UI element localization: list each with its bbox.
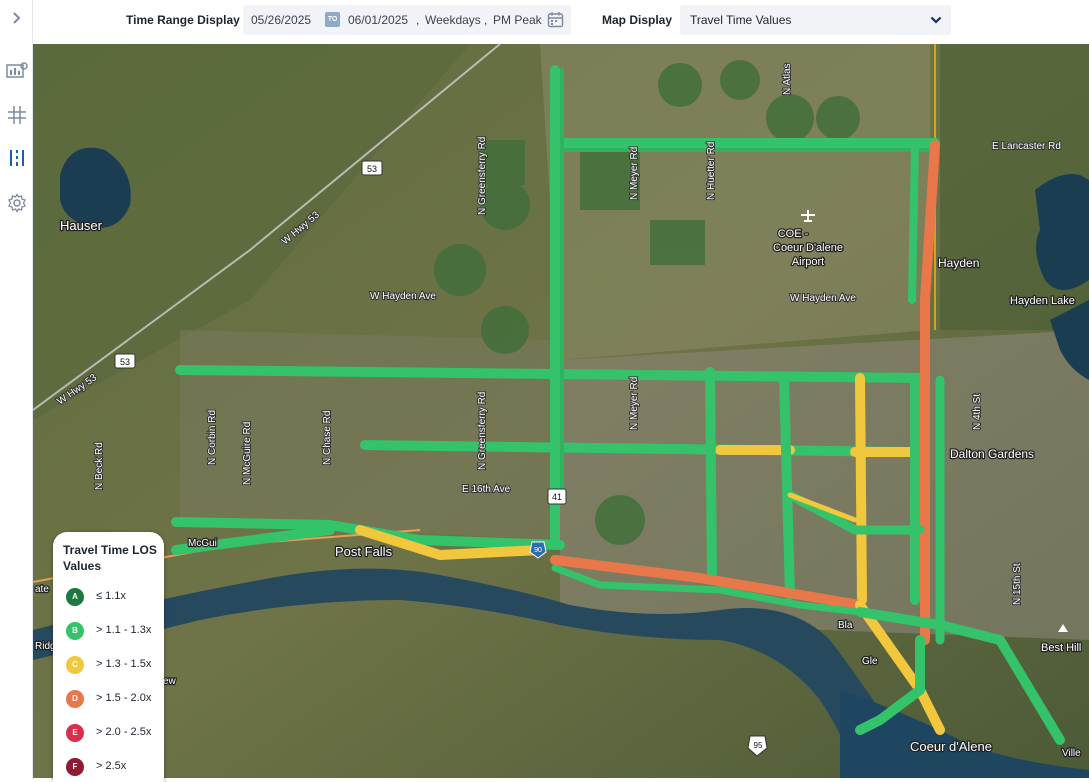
svg-text:Dalton Gardens: Dalton Gardens bbox=[950, 447, 1034, 461]
svg-text:Best Hill: Best Hill bbox=[1041, 642, 1081, 654]
svg-text:N Beck Rd: N Beck Rd bbox=[94, 442, 105, 490]
svg-text:Coeur D'alene: Coeur D'alene bbox=[773, 242, 843, 254]
legend-label: > 2.5x bbox=[96, 760, 127, 772]
svg-text:Coeur d'Alene: Coeur d'Alene bbox=[910, 739, 992, 754]
dashboard-icon[interactable] bbox=[0, 56, 33, 86]
svg-text:Bla: Bla bbox=[838, 620, 853, 631]
chevron-down-icon bbox=[930, 16, 942, 24]
svg-text:Hayden: Hayden bbox=[938, 256, 979, 270]
legend-grade-badge: B bbox=[66, 622, 84, 640]
svg-text:N 4th St: N 4th St bbox=[972, 394, 983, 430]
map-svg[interactable]: W Hayden Ave W Hayden Ave E Lancaster Rd… bbox=[33, 44, 1089, 778]
svg-text:N Corbin Rd: N Corbin Rd bbox=[207, 410, 218, 465]
network-icon[interactable] bbox=[0, 100, 33, 130]
legend: Travel Time LOS Values A ≤ 1.1x B > 1.1 - 1… bbox=[53, 532, 164, 782]
legend-grade-badge: A bbox=[66, 588, 84, 606]
legend-label: > 2.0 - 2.5x bbox=[96, 726, 152, 738]
to-badge: TO bbox=[325, 12, 340, 27]
svg-text:53: 53 bbox=[120, 357, 130, 367]
svg-text:Post Falls: Post Falls bbox=[335, 544, 393, 559]
segment-prairie-ave[interactable] bbox=[360, 440, 915, 457]
legend-label: > 1.5 - 2.0x bbox=[96, 692, 152, 704]
hayden-lake bbox=[1035, 174, 1089, 290]
calendar-icon[interactable] bbox=[547, 11, 564, 28]
svg-text:E Lancaster Rd: E Lancaster Rd bbox=[992, 141, 1061, 152]
shield-53-north: 53 bbox=[361, 160, 383, 176]
svg-text:Gle: Gle bbox=[862, 656, 878, 667]
svg-text:N Greensferry Rd: N Greensferry Rd bbox=[477, 137, 488, 215]
date-range-picker[interactable]: 05/26/2025 TO 06/01/2025 , Weekdays , PM… bbox=[243, 5, 571, 35]
segment-ramsey[interactable] bbox=[855, 373, 867, 605]
svg-text:95: 95 bbox=[754, 741, 763, 750]
comma-1: , bbox=[416, 13, 420, 27]
urban-area-west bbox=[180, 330, 550, 540]
svg-text:53: 53 bbox=[367, 164, 377, 174]
end-date: 06/01/2025 bbox=[348, 13, 409, 27]
svg-text:N Huetter Rd: N Huetter Rd bbox=[706, 142, 717, 200]
legend-grade-badge: E bbox=[66, 724, 84, 742]
map-display-select[interactable]: Travel Time Values bbox=[680, 5, 951, 35]
day-type: Weekdays bbox=[425, 13, 481, 27]
map-display-label: Map Display bbox=[602, 13, 673, 27]
svg-text:E 16th Ave: E 16th Ave bbox=[462, 484, 511, 495]
segment-atlas[interactable] bbox=[779, 373, 795, 600]
svg-text:N McGuire Rd: N McGuire Rd bbox=[242, 422, 253, 485]
legend-grade-badge: C bbox=[66, 656, 84, 674]
svg-text:N 15th St: N 15th St bbox=[1012, 563, 1023, 605]
svg-text:Ville: Ville bbox=[1062, 748, 1081, 759]
svg-text:90: 90 bbox=[534, 547, 542, 554]
svg-text:W Hayden Ave: W Hayden Ave bbox=[370, 291, 436, 302]
svg-text:N Atlas: N Atlas bbox=[782, 63, 793, 95]
svg-text:W Hayden Ave: W Hayden Ave bbox=[790, 293, 856, 304]
sidebar bbox=[0, 0, 33, 778]
shield-53-south: 53 bbox=[114, 353, 136, 369]
svg-text:Hauser: Hauser bbox=[60, 218, 103, 233]
legend-label: > 1.3 - 1.5x bbox=[96, 658, 152, 670]
legend-grade-badge: F bbox=[66, 758, 84, 776]
start-date: 05/26/2025 bbox=[251, 13, 312, 27]
map-display-value: Travel Time Values bbox=[690, 13, 792, 27]
map-canvas[interactable]: W Hayden Ave W Hayden Ave E Lancaster Rd… bbox=[33, 44, 1089, 778]
svg-text:McGui: McGui bbox=[188, 538, 217, 549]
legend-label: ≤ 1.1x bbox=[96, 590, 126, 602]
comma-2: , bbox=[484, 13, 488, 27]
legend-title: Travel Time LOS Values bbox=[63, 543, 157, 573]
period: PM Peak bbox=[493, 13, 542, 27]
svg-text:N Greensferry Rd: N Greensferry Rd bbox=[477, 392, 488, 470]
gear-icon[interactable] bbox=[0, 188, 33, 218]
svg-text:41: 41 bbox=[552, 492, 562, 502]
shield-41: 41 bbox=[547, 488, 567, 505]
svg-text:COE -: COE - bbox=[778, 228, 809, 240]
svg-text:Hayden Lake: Hayden Lake bbox=[1010, 295, 1075, 307]
corridor-icon[interactable] bbox=[0, 143, 33, 173]
svg-text:N Meyer Rd: N Meyer Rd bbox=[629, 377, 640, 430]
chevron-right-icon[interactable] bbox=[0, 3, 33, 33]
svg-text:Airport: Airport bbox=[792, 256, 824, 268]
svg-text:N Meyer Rd: N Meyer Rd bbox=[629, 147, 640, 200]
svg-text:ew: ew bbox=[163, 676, 177, 687]
segment-huetter[interactable] bbox=[705, 367, 717, 585]
svg-text:ate: ate bbox=[35, 584, 49, 595]
time-range-label: Time Range Display bbox=[126, 13, 240, 27]
toolbar: Time Range Display 05/26/2025 TO 06/01/2… bbox=[33, 0, 1089, 44]
legend-label: > 1.1 - 1.3x bbox=[96, 624, 152, 636]
svg-text:N Chase Rd: N Chase Rd bbox=[322, 411, 333, 465]
legend-grade-badge: D bbox=[66, 690, 84, 708]
